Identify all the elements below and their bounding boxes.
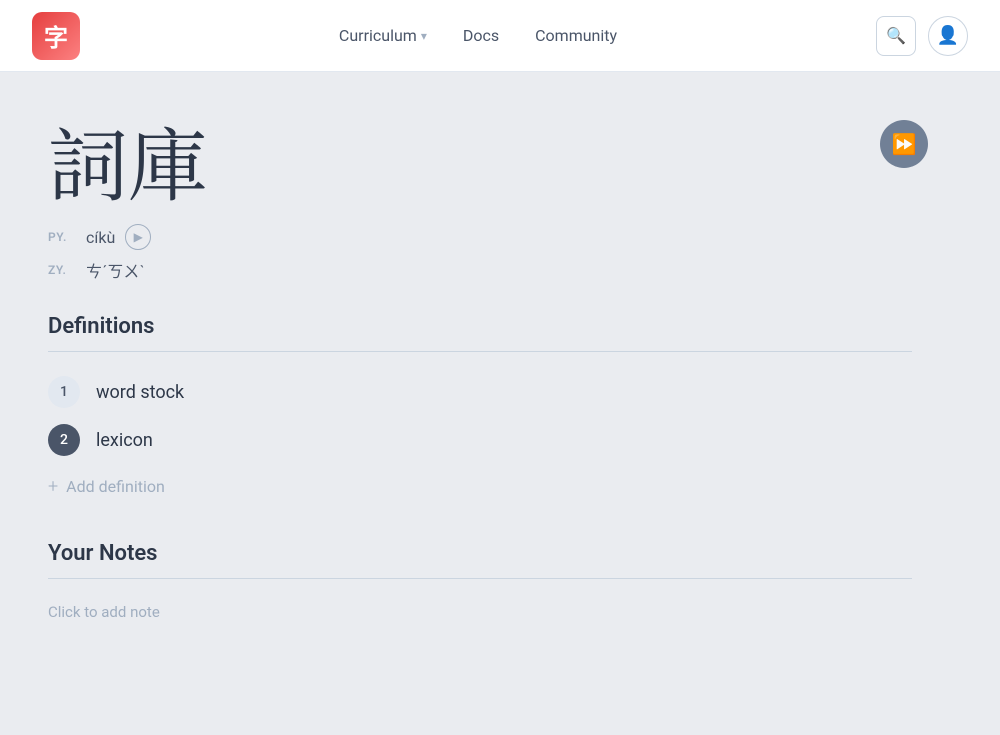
user-icon: 👤 <box>937 25 959 46</box>
plus-icon: + <box>48 476 58 497</box>
pinyin-value: cíkù <box>86 228 115 247</box>
definition-text-2: lexicon <box>96 430 153 451</box>
main-nav: Curriculum ▾ Docs Community <box>339 26 617 45</box>
definitions-divider <box>48 351 912 352</box>
nav-item-community[interactable]: Community <box>535 26 617 45</box>
zhuyin-row: ZY. ㄘˊㄎㄨˋ <box>48 258 912 282</box>
notes-placeholder[interactable]: Click to add note <box>48 603 912 621</box>
search-icon: 🔍 <box>886 26 906 46</box>
notes-title: Your Notes <box>48 541 912 566</box>
nav-item-docs[interactable]: Docs <box>463 26 499 45</box>
definitions-title: Definitions <box>48 314 912 339</box>
chevron-down-icon: ▾ <box>421 29 427 43</box>
definition-item-1: 1 word stock <box>48 376 912 408</box>
pronunciation-block: PY. cíkù ▶ ZY. ㄘˊㄎㄨˋ <box>48 224 912 282</box>
fast-forward-icon: ⏩ <box>892 132 917 157</box>
play-audio-button[interactable]: ▶ <box>125 224 151 250</box>
add-definition-label: Add definition <box>66 477 165 496</box>
logo[interactable]: 字 <box>32 12 80 60</box>
play-icon: ▶ <box>134 230 143 244</box>
curriculum-label: Curriculum <box>339 26 417 45</box>
notes-divider <box>48 578 912 579</box>
header-actions: 🔍 👤 <box>876 16 968 56</box>
character-hanzi: 詞庫 <box>48 120 912 200</box>
nav-item-curriculum[interactable]: Curriculum ▾ <box>339 26 427 45</box>
definitions-section: Definitions 1 word stock 2 lexicon + Add… <box>48 314 912 501</box>
profile-button[interactable]: 👤 <box>928 16 968 56</box>
header-left: 字 <box>32 12 80 60</box>
pinyin-row: PY. cíkù ▶ <box>48 224 912 250</box>
definition-list: 1 word stock 2 lexicon <box>48 376 912 456</box>
header: 字 Curriculum ▾ Docs Community 🔍 👤 <box>0 0 1000 72</box>
community-label: Community <box>535 26 617 45</box>
add-definition-button[interactable]: + Add definition <box>48 472 912 501</box>
zhuyin-label: ZY. <box>48 263 76 277</box>
fast-forward-button[interactable]: ⏩ <box>880 120 928 168</box>
definition-number-1: 1 <box>48 376 80 408</box>
zhuyin-value: ㄘˊㄎㄨˋ <box>86 258 145 282</box>
definition-text-1: word stock <box>96 382 184 403</box>
main-content: ⏩ 詞庫 PY. cíkù ▶ ZY. ㄘˊㄎㄨˋ Definitions 1 … <box>0 72 960 709</box>
notes-section: Your Notes Click to add note <box>48 541 912 621</box>
docs-label: Docs <box>463 26 499 45</box>
pinyin-label: PY. <box>48 230 76 244</box>
definition-number-2: 2 <box>48 424 80 456</box>
search-button[interactable]: 🔍 <box>876 16 916 56</box>
definition-item-2: 2 lexicon <box>48 424 912 456</box>
